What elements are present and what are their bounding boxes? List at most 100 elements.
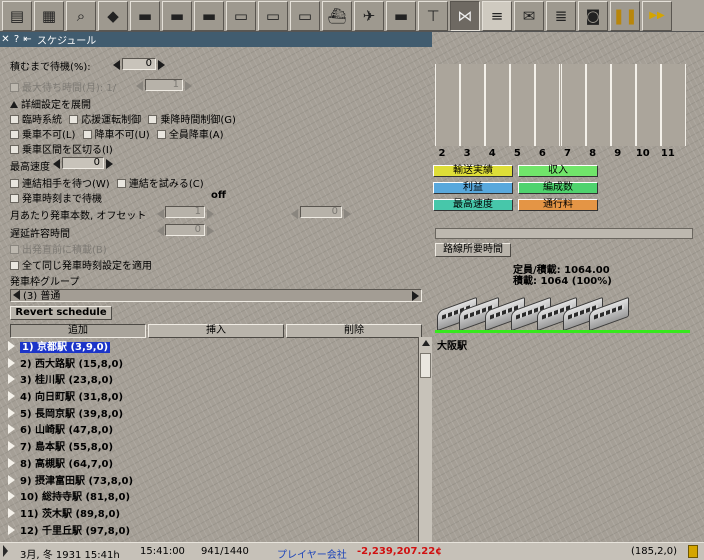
schedule-entry[interactable]: 12) 千里丘駅 (97,8,0) bbox=[8, 524, 418, 540]
pin-icon[interactable]: ⇤ bbox=[22, 34, 33, 45]
max-wait-increase-icon[interactable] bbox=[185, 81, 192, 91]
load-wait-input[interactable]: 0 bbox=[122, 58, 156, 70]
max-speed-decrease-icon[interactable] bbox=[53, 159, 60, 169]
airplane-icon[interactable]: ✈ bbox=[354, 0, 384, 31]
window-titlebar[interactable]: ✕ ? ⇤ スケジュール bbox=[0, 32, 432, 47]
boarding-control-option[interactable]: 乗降時間制御(G) bbox=[148, 115, 236, 126]
schedule-entry[interactable]: 1) 京都駅 (3,9,0) bbox=[8, 340, 418, 357]
advanced-toggle[interactable]: 詳細設定を展開 bbox=[10, 96, 91, 111]
landscape-tile-icon[interactable]: ◆ bbox=[98, 0, 128, 31]
max-speed-input[interactable]: 0 bbox=[62, 157, 104, 169]
legend-button[interactable]: 輸送実績 bbox=[433, 165, 513, 177]
build-map-icon[interactable]: ▦ bbox=[34, 0, 64, 31]
all-alight-option[interactable]: 全員降車(A) bbox=[156, 130, 224, 141]
apply-same-option[interactable]: 全て同じ発車時刻設定を適用 bbox=[10, 257, 152, 272]
no-alighting-option[interactable]: 降車不可(U) bbox=[82, 130, 150, 141]
locomotive-icon[interactable]: ▬ bbox=[386, 0, 416, 31]
route-time-button[interactable]: 路線所要時間 bbox=[435, 243, 511, 257]
wait-departure-checkbox[interactable] bbox=[10, 194, 19, 203]
try-couple-option[interactable]: 連結を試みる(C) bbox=[116, 179, 204, 190]
fast-forward-icon[interactable]: ▶▶ bbox=[642, 0, 672, 31]
list-icon[interactable]: ≡ bbox=[482, 0, 512, 31]
no-boarding-option[interactable]: 乗車不可(L) bbox=[10, 130, 75, 141]
bus-icon[interactable]: ▭ bbox=[290, 0, 320, 31]
scroll-up-icon[interactable] bbox=[422, 340, 430, 346]
departures-increase-icon[interactable] bbox=[207, 209, 214, 219]
max-wait-input[interactable]: 1 bbox=[145, 79, 183, 91]
legend-button[interactable]: 編成数 bbox=[518, 182, 598, 194]
apply-same-checkbox[interactable] bbox=[10, 261, 19, 270]
wait-partner-option[interactable]: 連結相手を待つ(W) bbox=[10, 179, 110, 190]
train-icon[interactable]: ▬ bbox=[194, 0, 224, 31]
monorail-icon[interactable]: ▭ bbox=[226, 0, 256, 31]
crane-icon[interactable]: ⊤ bbox=[418, 0, 448, 31]
steam-train-icon[interactable]: ▬ bbox=[162, 0, 192, 31]
max-wait-decrease-icon[interactable] bbox=[136, 81, 143, 91]
temp-schedule-checkbox[interactable] bbox=[10, 115, 19, 124]
load-before-departure-checkbox[interactable] bbox=[10, 245, 19, 254]
temp-schedule-option[interactable]: 臨時系統 bbox=[10, 115, 62, 126]
split-section-checkbox[interactable] bbox=[10, 145, 19, 154]
add-button[interactable]: 追加 bbox=[10, 324, 146, 338]
all-alight-checkbox[interactable] bbox=[156, 130, 166, 139]
schedule-entry[interactable]: 4) 向日町駅 (31,8,0) bbox=[8, 390, 418, 407]
departures-decrease-icon[interactable] bbox=[157, 209, 164, 219]
max-wait-checkbox[interactable] bbox=[10, 83, 19, 92]
schedule-entry[interactable]: 6) 山崎駅 (47,8,0) bbox=[8, 423, 418, 440]
insert-button[interactable]: 挿入 bbox=[148, 324, 284, 338]
schedule-entry[interactable]: 7) 島本駅 (55,8,0) bbox=[8, 440, 418, 457]
legend-button[interactable]: 通行料 bbox=[518, 199, 598, 211]
zoom-magnifier-icon[interactable]: ⌕ bbox=[66, 0, 96, 31]
offset-decrease-icon[interactable] bbox=[291, 209, 298, 219]
load-before-departure-option[interactable]: 出発直前に積載(B) bbox=[10, 241, 107, 256]
mailbox-icon[interactable]: ✉ bbox=[514, 0, 544, 31]
wait-departure-option[interactable]: 発車時刻まで待機 bbox=[10, 190, 102, 205]
legend-button[interactable]: 利益 bbox=[433, 182, 513, 194]
schedule-entry[interactable]: 11) 茨木駅 (89,8,0) bbox=[8, 507, 418, 524]
schedule-scrollbar[interactable] bbox=[418, 337, 432, 542]
boarding-control-checkbox[interactable] bbox=[148, 115, 158, 124]
schedule-entry-label: 6) 山崎駅 (47,8,0) bbox=[20, 425, 114, 437]
split-section-option[interactable]: 乗車区間を区切る(I) bbox=[10, 141, 113, 156]
revert-schedule-button[interactable]: Revert schedule bbox=[10, 306, 112, 320]
close-icon[interactable]: ✕ bbox=[0, 34, 11, 45]
schedule-entry[interactable]: 5) 長岡京駅 (39,8,0) bbox=[8, 407, 418, 424]
schedule-entry[interactable]: 3) 桂川駅 (23,8,0) bbox=[8, 373, 418, 390]
max-speed-increase-icon[interactable] bbox=[106, 159, 113, 169]
graph-scrollbar[interactable] bbox=[435, 228, 693, 239]
group-next-icon[interactable] bbox=[412, 291, 419, 301]
save-disk-icon[interactable]: ▤ bbox=[2, 0, 32, 31]
schedule-entry[interactable]: 10) 総持寺駅 (81,8,0) bbox=[8, 490, 418, 507]
pause-icon[interactable]: ❚❚ bbox=[610, 0, 640, 31]
screenshot-camera-icon[interactable]: ◙ bbox=[578, 0, 608, 31]
load-wait-decrease-icon[interactable] bbox=[113, 60, 120, 70]
scroll-thumb[interactable] bbox=[420, 353, 431, 378]
delete-button[interactable]: 削除 bbox=[286, 324, 422, 338]
rail-vehicles-icon[interactable]: ▬ bbox=[130, 0, 160, 31]
group-prev-icon[interactable] bbox=[13, 290, 20, 300]
coupling-option[interactable]: 応援運転制御 bbox=[69, 115, 141, 126]
coupling-checkbox[interactable] bbox=[69, 115, 79, 124]
tram-icon[interactable]: ▭ bbox=[258, 0, 288, 31]
legend-button[interactable]: 最高速度 bbox=[433, 199, 513, 211]
offset-increase-icon[interactable] bbox=[344, 209, 351, 219]
line-management-icon[interactable]: ⋈ bbox=[450, 0, 480, 31]
no-boarding-checkbox[interactable] bbox=[10, 130, 19, 139]
schedule-entry[interactable]: 2) 西大路駅 (15,8,0) bbox=[8, 357, 418, 374]
load-wait-increase-icon[interactable] bbox=[158, 60, 165, 70]
group-dropdown[interactable]: (3) 普通 bbox=[10, 289, 422, 302]
delay-tolerance-input[interactable]: 0 bbox=[165, 224, 205, 236]
delay-increase-icon[interactable] bbox=[207, 226, 214, 236]
legend-button[interactable]: 収入 bbox=[518, 165, 598, 177]
schedule-entry[interactable]: 8) 高槻駅 (64,7,0) bbox=[8, 457, 418, 474]
departures-input[interactable]: 1 bbox=[165, 206, 205, 218]
schedule-entry[interactable]: 9) 摂津富田駅 (73,8,0) bbox=[8, 474, 418, 491]
try-couple-checkbox[interactable] bbox=[116, 179, 126, 188]
wait-partner-checkbox[interactable] bbox=[10, 179, 19, 188]
finance-stack-icon[interactable]: ≣ bbox=[546, 0, 576, 31]
no-alighting-checkbox[interactable] bbox=[82, 130, 92, 139]
ship-icon[interactable]: ⛴ bbox=[322, 0, 352, 31]
offset-input[interactable]: 0 bbox=[300, 206, 342, 218]
delay-decrease-icon[interactable] bbox=[157, 226, 164, 236]
help-icon[interactable]: ? bbox=[11, 34, 22, 45]
